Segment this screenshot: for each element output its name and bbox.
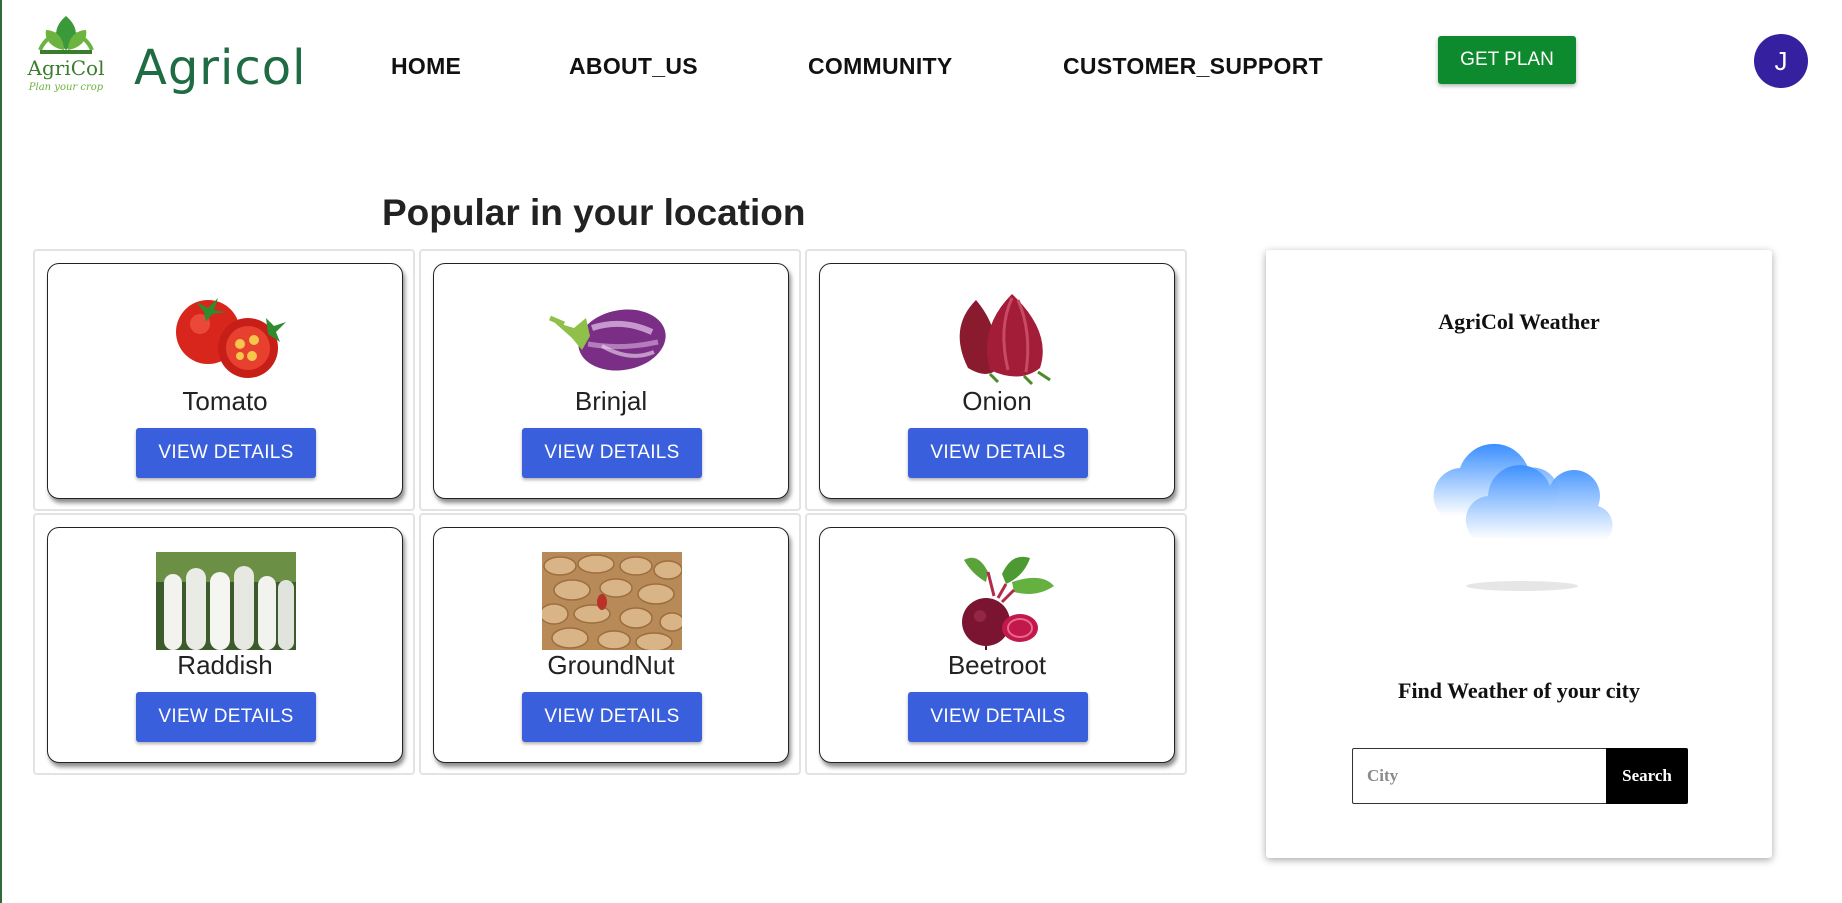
view-details-button-brinjal[interactable]: VIEW DETAILS	[522, 428, 702, 478]
nav-home[interactable]: HOME	[391, 53, 461, 80]
crop-cell: GroundNut VIEW DETAILS	[419, 513, 801, 775]
brand-name[interactable]: Agricol	[134, 40, 306, 96]
view-details-button-beetroot[interactable]: VIEW DETAILS	[908, 692, 1088, 742]
beetroot-image	[962, 556, 1054, 650]
view-details-button-tomato[interactable]: VIEW DETAILS	[136, 428, 316, 478]
nav-about-us[interactable]: ABOUT_US	[569, 53, 698, 80]
crop-cell: Onion VIEW DETAILS	[805, 249, 1187, 511]
crop-cell: Brinjal VIEW DETAILS	[419, 249, 801, 511]
crop-cell: Beetroot VIEW DETAILS	[805, 513, 1187, 775]
weather-widget: AgriCol Weather Find Weather of your cit…	[1266, 250, 1772, 858]
crop-card-raddish: Raddish VIEW DETAILS	[47, 527, 403, 763]
brinjal-image	[549, 309, 666, 371]
crop-cell: Raddish VIEW DETAILS	[33, 513, 415, 775]
nav-community[interactable]: COMMUNITY	[808, 53, 953, 80]
tomato-image	[176, 298, 286, 378]
raddish-image	[156, 552, 296, 650]
crop-name: Onion	[962, 386, 1032, 416]
crop-card-beetroot: Beetroot VIEW DETAILS	[819, 527, 1175, 763]
avatar[interactable]: J	[1754, 34, 1808, 88]
nav-customer-support[interactable]: CUSTOMER_SUPPORT	[1063, 53, 1323, 80]
crop-name: GroundNut	[547, 650, 675, 680]
view-details-button-onion[interactable]: VIEW DETAILS	[908, 428, 1088, 478]
weather-subtitle: Find Weather of your city	[1398, 678, 1640, 703]
crop-name: Beetroot	[947, 650, 1047, 680]
crop-card-brinjal: Brinjal VIEW DETAILS	[433, 263, 789, 499]
search-button[interactable]: Search	[1606, 748, 1688, 804]
header: AgriCol Plan your crop Agricol HOME ABOU…	[2, 0, 1842, 130]
cloud-icon	[1433, 443, 1613, 591]
crop-card-tomato: Tomato VIEW DETAILS	[47, 263, 403, 499]
logo-tagline: Plan your crop	[28, 82, 104, 93]
weather-title: AgriCol Weather	[1438, 309, 1600, 334]
section-title: Popular in your location	[382, 192, 806, 233]
crop-card-onion: Onion VIEW DETAILS	[819, 263, 1175, 499]
groundnut-image	[542, 552, 682, 650]
crop-name: Brinjal	[574, 386, 648, 416]
crop-cell: Tomato VIEW DETAILS	[33, 249, 415, 511]
crop-card-groundnut: GroundNut VIEW DETAILS	[433, 527, 789, 763]
logo-text: AgriCol	[27, 56, 105, 80]
leaf-logo-icon	[38, 16, 94, 54]
onion-image	[959, 294, 1051, 386]
agricol-logo[interactable]: AgriCol Plan your crop	[26, 6, 106, 112]
view-details-button-groundnut[interactable]: VIEW DETAILS	[522, 692, 702, 742]
get-plan-button[interactable]: GET PLAN	[1438, 36, 1576, 84]
view-details-button-raddish[interactable]: VIEW DETAILS	[136, 692, 316, 742]
crop-name: Raddish	[177, 650, 273, 680]
crop-name: Tomato	[182, 386, 268, 416]
city-input[interactable]	[1352, 748, 1606, 804]
